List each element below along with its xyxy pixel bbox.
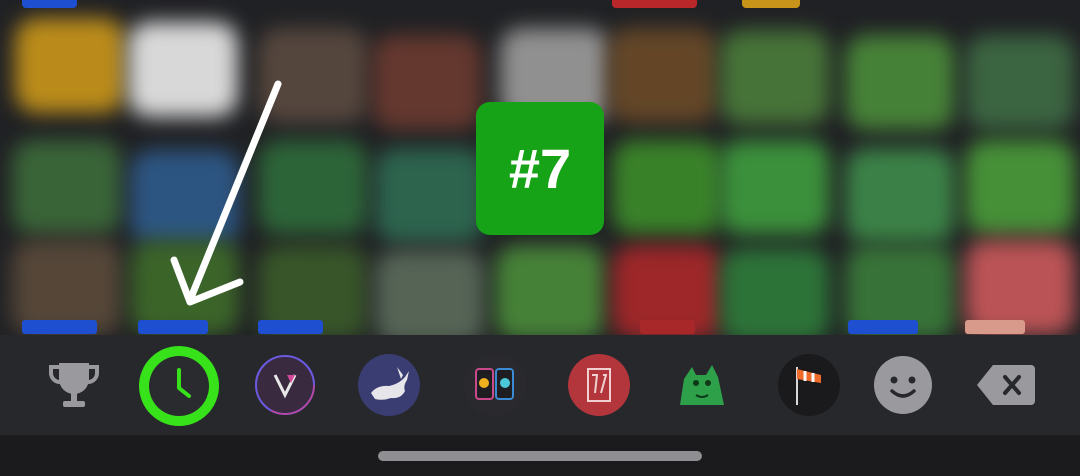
emoji-smile-icon[interactable] [871, 353, 935, 417]
sticker-thumbnail[interactable] [130, 150, 240, 245]
sticker-thumbnail[interactable] [128, 22, 238, 117]
sticker-thumbnail[interactable] [720, 30, 830, 125]
sticker-edge [612, 0, 697, 8]
sticker-thumbnail[interactable] [845, 35, 955, 130]
sticker-thumbnail[interactable] [12, 140, 122, 235]
sticker-thumbnail[interactable] [612, 140, 722, 235]
sticker-thumbnail[interactable] [258, 28, 368, 123]
sticker-thumbnail[interactable] [965, 140, 1075, 235]
backspace-icon[interactable] [975, 353, 1039, 417]
trophy-icon[interactable] [42, 353, 106, 417]
home-indicator[interactable] [378, 451, 702, 461]
sticker-pack-green-dog-icon[interactable] [670, 353, 734, 417]
sticker-pack-windsock-icon[interactable] [777, 353, 841, 417]
sticker-grid[interactable]: #7 [0, 0, 1080, 335]
sticker-thumbnail[interactable] [965, 35, 1075, 130]
sticker-thumbnail[interactable] [372, 35, 482, 130]
sticker-pack-phones-icon[interactable] [463, 353, 527, 417]
sticker-thumbnail[interactable] [720, 140, 830, 235]
sticker-edge [742, 0, 800, 8]
sticker-pack-red-icon[interactable] [567, 353, 631, 417]
sticker-thumbnail[interactable] [15, 18, 125, 113]
sticker-pack-rabbit-icon[interactable] [357, 353, 421, 417]
sticker-thumbnail[interactable] [258, 140, 368, 235]
home-area [0, 435, 1080, 476]
recent-clock-icon[interactable] [136, 343, 222, 429]
rank-badge: #7 [476, 102, 604, 235]
sticker-edge [22, 0, 77, 8]
sticker-thumbnail[interactable] [375, 148, 485, 243]
sticker-thumbnail[interactable] [608, 28, 718, 123]
grid-bottom-edge [0, 316, 1080, 334]
sticker-pack-v-icon[interactable] [253, 353, 317, 417]
sticker-category-bar [0, 335, 1080, 435]
sticker-thumbnail[interactable] [845, 148, 955, 243]
